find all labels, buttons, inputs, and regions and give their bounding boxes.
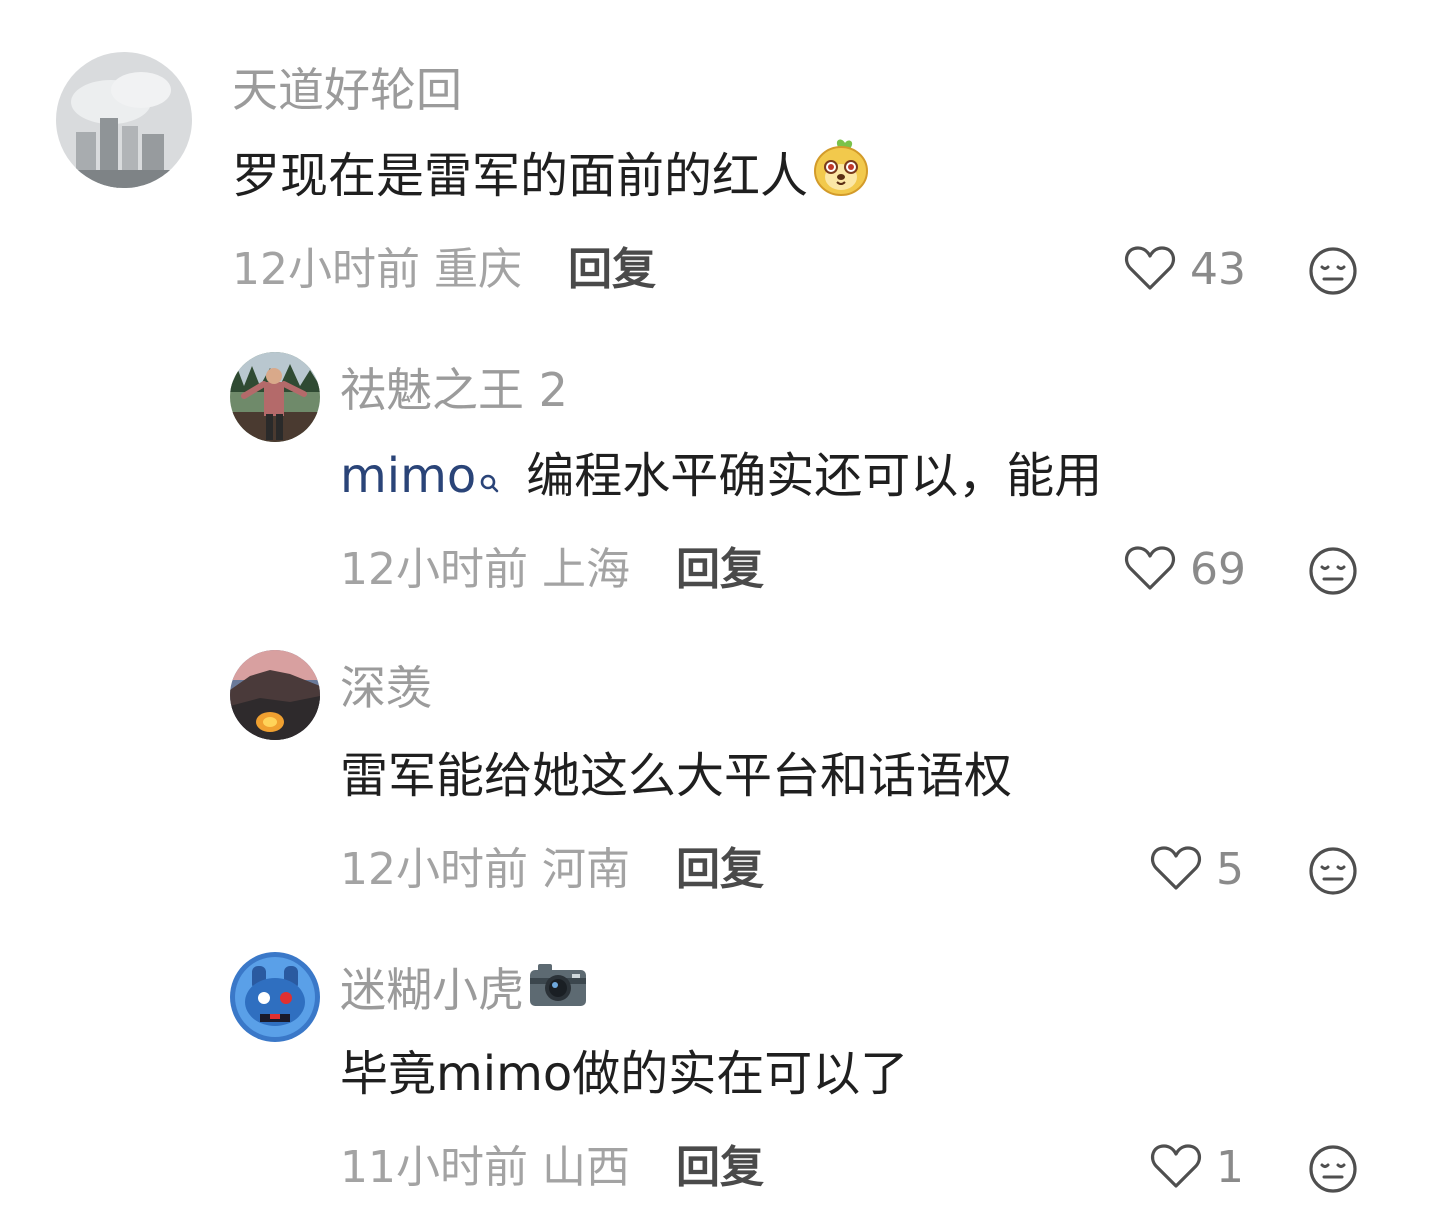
dislike-button[interactable] <box>1308 546 1358 600</box>
comment-time: 12小时前 <box>340 844 528 895</box>
like-button[interactable]: 69 <box>1124 542 1246 598</box>
comment-text: 毕竟mimo做的实在可以了 <box>340 1044 908 1104</box>
avatar[interactable] <box>230 952 320 1042</box>
comment-meta: 12小时前 重庆 <box>232 242 522 298</box>
comment-meta: 12小时前 上海 <box>340 542 630 598</box>
dislike-button[interactable] <box>1308 246 1358 300</box>
comment-text-body: 雷军能给她这么大平台和话语权 <box>340 748 1013 804</box>
comment-meta: 11小时前 山西 <box>340 1140 630 1196</box>
comment-location: 上海 <box>542 544 630 595</box>
neutral-face-icon <box>1308 247 1358 300</box>
like-button[interactable]: 1 <box>1150 1140 1244 1196</box>
username[interactable]: 天道好轮回 <box>232 62 462 118</box>
heart-outline-icon <box>1150 1142 1202 1194</box>
like-button[interactable]: 5 <box>1150 842 1244 898</box>
mention-link[interactable]: mimo <box>340 448 476 504</box>
comment-text-body: 编程水平确实还可以，能用 <box>526 448 1103 504</box>
comment-location: 河南 <box>542 844 630 895</box>
avatar[interactable] <box>56 52 192 188</box>
username[interactable]: 深羡 <box>340 660 432 716</box>
heart-outline-icon <box>1124 544 1176 596</box>
dog-face-sticker-icon <box>812 137 870 211</box>
comment-text: 罗现在是雷军的面前的红人 <box>232 139 870 211</box>
username-text: 迷糊小虎 <box>340 963 524 1017</box>
like-count: 43 <box>1190 244 1246 295</box>
username[interactable]: 迷糊小虎 <box>340 962 588 1020</box>
comment-time: 12小时前 <box>340 544 528 595</box>
camera-icon <box>528 960 588 1020</box>
username[interactable]: 祛魅之王 2 <box>340 362 568 418</box>
comment-text-body: 毕竟mimo做的实在可以了 <box>340 1046 909 1102</box>
neutral-face-icon <box>1308 1145 1358 1198</box>
comment-text-body: 罗现在是雷军的面前的红人 <box>232 148 809 204</box>
reply-button[interactable]: 回复 <box>676 542 764 598</box>
comment-text: mimo 编程水平确实还可以，能用 <box>340 446 1102 510</box>
comment-item: 天道好轮回 罗现在是雷军的面前的红人 12小时前 重庆 回复 43 <box>0 0 1440 320</box>
like-count: 69 <box>1190 544 1246 595</box>
reply-button[interactable]: 回复 <box>568 242 656 298</box>
like-count: 1 <box>1216 1142 1244 1193</box>
comment-item: 祛魅之王 2 mimo 编程水平确实还可以，能用 12小时前 上海 回复 69 <box>0 330 1440 610</box>
like-button[interactable]: 43 <box>1124 242 1246 298</box>
like-count: 5 <box>1216 844 1244 895</box>
comment-time: 12小时前 <box>232 244 420 295</box>
heart-outline-icon <box>1150 844 1202 896</box>
comment-time: 11小时前 <box>340 1142 528 1193</box>
heart-outline-icon <box>1124 244 1176 296</box>
dislike-button[interactable] <box>1308 1144 1358 1198</box>
comment-location: 重庆 <box>434 244 522 295</box>
avatar[interactable] <box>230 352 320 442</box>
reply-button[interactable]: 回复 <box>676 1140 764 1196</box>
comment-item: 迷糊小虎 毕竟mimo做的实在可以了 11小时前 山西 回复 1 <box>0 930 1440 1219</box>
reply-button[interactable]: 回复 <box>676 842 764 898</box>
neutral-face-icon <box>1308 847 1358 900</box>
avatar[interactable] <box>230 650 320 740</box>
search-icon[interactable] <box>478 450 500 510</box>
comment-text: 雷军能给她这么大平台和话语权 <box>340 746 1012 806</box>
comment-location: 山西 <box>542 1142 630 1193</box>
comment-item: 深羡 雷军能给她这么大平台和话语权 12小时前 河南 回复 5 <box>0 630 1440 920</box>
comment-meta: 12小时前 河南 <box>340 842 630 898</box>
dislike-button[interactable] <box>1308 846 1358 900</box>
neutral-face-icon <box>1308 547 1358 600</box>
